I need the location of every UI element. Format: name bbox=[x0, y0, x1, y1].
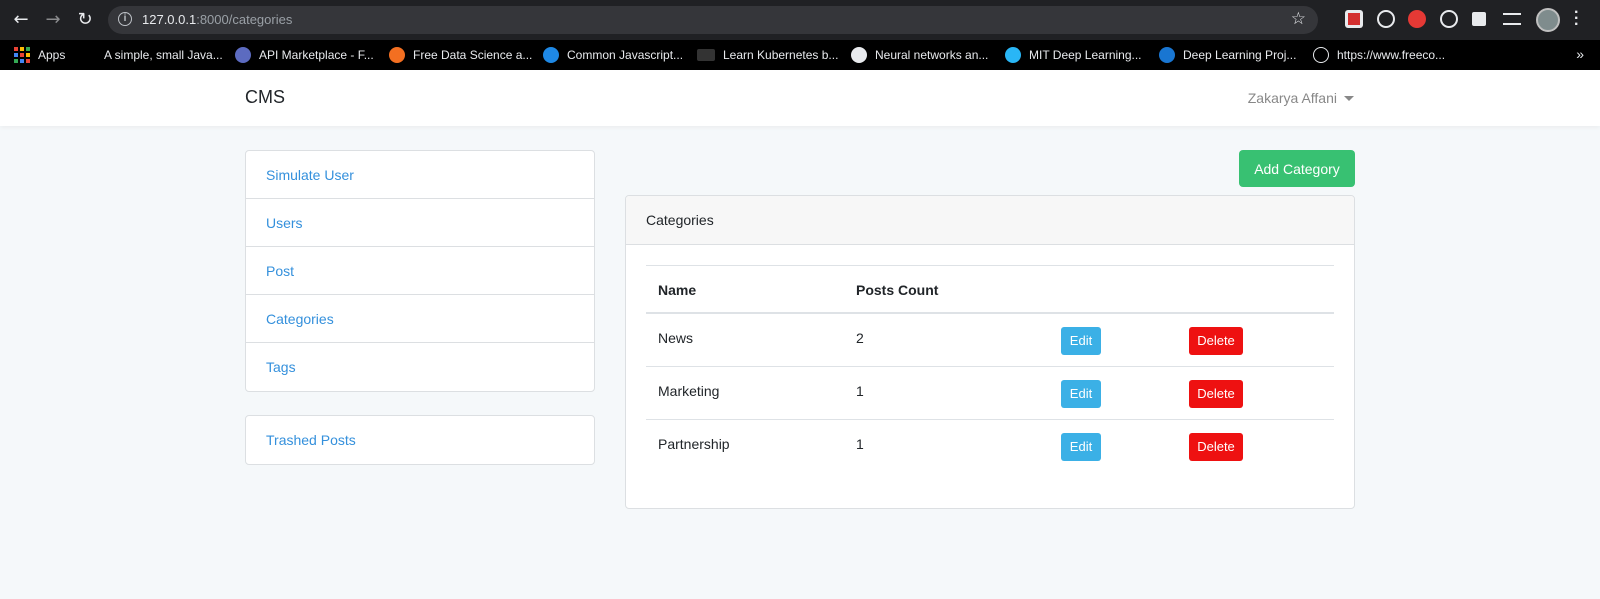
bookmarks-bar: Apps A simple, small Java... API Marketp… bbox=[0, 40, 1600, 70]
edit-button[interactable]: Edit bbox=[1061, 433, 1101, 461]
info-icon[interactable]: i bbox=[118, 12, 132, 26]
app-navbar: CMS Zakarya Affani bbox=[0, 70, 1600, 126]
s-logo-icon bbox=[543, 47, 559, 63]
cloud-icon bbox=[389, 47, 405, 63]
table-row: Marketing 1 Edit Delete bbox=[646, 367, 1334, 420]
target-icon[interactable] bbox=[1440, 10, 1458, 28]
category-name: Partnership bbox=[658, 436, 730, 452]
browser-toolbar: ← → ↻ i 127.0.0.1:8000/categories ☆ · · · bbox=[0, 0, 1600, 40]
freecodecamp-icon bbox=[1313, 47, 1329, 63]
extension-save-icon[interactable] bbox=[1345, 10, 1363, 28]
brand-link[interactable]: CMS bbox=[245, 87, 285, 108]
bookmark-label: A simple, small Java... bbox=[104, 48, 223, 62]
card-title: Categories bbox=[626, 196, 1354, 245]
sidebar-item-post[interactable]: Post bbox=[246, 247, 594, 295]
user-name: Zakarya Affani bbox=[1247, 90, 1337, 106]
sidebar-item-trashed-posts[interactable]: Trashed Posts bbox=[246, 416, 594, 464]
bookmark-item[interactable]: API Marketplace - F... bbox=[235, 40, 374, 70]
url-path: :8000/categories bbox=[196, 12, 293, 27]
bookmark-label: Apps bbox=[38, 48, 66, 62]
bookmark-apps[interactable]: Apps bbox=[14, 40, 65, 70]
bookmark-star-icon[interactable]: ☆ bbox=[1291, 9, 1306, 29]
bookmark-label: API Marketplace - F... bbox=[259, 48, 374, 62]
profile-avatar[interactable] bbox=[1536, 8, 1560, 32]
bookmark-label: Deep Learning Proj... bbox=[1183, 48, 1297, 62]
edge-icon bbox=[1159, 47, 1175, 63]
reload-icon[interactable]: ↻ bbox=[74, 9, 96, 31]
delete-button[interactable]: Delete bbox=[1189, 433, 1243, 461]
bookmark-item[interactable]: Free Data Science a... bbox=[389, 40, 532, 70]
media-queue-icon[interactable] bbox=[1503, 13, 1521, 25]
browser-menu-icon[interactable]: · · · bbox=[1574, 5, 1582, 33]
bookmark-item[interactable]: Deep Learning Proj... bbox=[1159, 40, 1296, 70]
bookmark-item[interactable]: Common Javascript... bbox=[543, 40, 683, 70]
category-name: Marketing bbox=[658, 383, 720, 399]
dev-logo-icon bbox=[697, 49, 715, 61]
posts-count: 1 bbox=[856, 383, 864, 399]
bookmark-item[interactable]: https://www.freeco... bbox=[1313, 40, 1445, 70]
add-category-button[interactable]: Add Category bbox=[1239, 150, 1355, 187]
octopus-icon bbox=[235, 47, 251, 63]
forward-arrow-icon[interactable]: → bbox=[42, 9, 64, 31]
table-row: News 2 Edit Delete bbox=[646, 314, 1334, 367]
bookmarks-more-button[interactable]: » bbox=[1576, 46, 1584, 62]
edit-button[interactable]: Edit bbox=[1061, 380, 1101, 408]
react-devtools-icon[interactable] bbox=[1377, 10, 1395, 28]
bookmark-label: Common Javascript... bbox=[567, 48, 684, 62]
category-name: News bbox=[658, 330, 694, 346]
back-arrow-icon[interactable]: ← bbox=[10, 9, 32, 31]
bookmark-item[interactable]: Neural networks an... bbox=[851, 40, 988, 70]
puzzle-extensions-icon[interactable] bbox=[1472, 12, 1486, 26]
sidebar-item-users[interactable]: Users bbox=[246, 199, 594, 247]
column-header-name: Name bbox=[658, 282, 697, 298]
delete-button[interactable]: Delete bbox=[1189, 380, 1243, 408]
sidebar-item-simulate-user[interactable]: Simulate User bbox=[246, 151, 594, 199]
globe-icon bbox=[851, 47, 867, 63]
bookmark-label: Learn Kubernetes b... bbox=[723, 48, 839, 62]
bookmark-label: Free Data Science a... bbox=[413, 48, 533, 62]
apps-grid-icon bbox=[14, 47, 30, 63]
sidebar-item-tags[interactable]: Tags bbox=[246, 343, 594, 391]
bookmark-item[interactable]: Learn Kubernetes b... bbox=[697, 40, 838, 70]
caret-down-icon bbox=[1344, 95, 1354, 101]
table-row: Partnership 1 Edit Delete bbox=[646, 420, 1334, 473]
table-header: Name Posts Count bbox=[646, 265, 1334, 314]
posts-count: 1 bbox=[856, 436, 864, 452]
hand-block-icon[interactable] bbox=[1408, 10, 1426, 28]
edit-button[interactable]: Edit bbox=[1061, 327, 1101, 355]
user-dropdown[interactable]: Zakarya Affani bbox=[1248, 90, 1354, 106]
bookmark-label: Neural networks an... bbox=[875, 48, 989, 62]
bookmark-item[interactable]: MIT Deep Learning... bbox=[1005, 40, 1142, 70]
url-host: 127.0.0.1 bbox=[142, 12, 197, 27]
url-text: 127.0.0.1:8000/categories bbox=[142, 12, 292, 27]
sidebar-trash: Trashed Posts bbox=[245, 415, 595, 465]
bookmark-label: MIT Deep Learning... bbox=[1029, 48, 1142, 62]
categories-table: Name Posts Count News 2 Edit Delete Mark… bbox=[646, 265, 1334, 473]
posts-count: 2 bbox=[856, 330, 864, 346]
column-header-posts-count: Posts Count bbox=[856, 282, 939, 298]
address-bar[interactable]: i 127.0.0.1:8000/categories ☆ bbox=[108, 6, 1318, 34]
delete-button[interactable]: Delete bbox=[1189, 327, 1243, 355]
bookmark-item[interactable]: A simple, small Java... bbox=[104, 40, 223, 70]
categories-card: Categories Name Posts Count News 2 Edit … bbox=[625, 195, 1355, 509]
network-icon bbox=[1005, 47, 1021, 63]
sidebar-nav: Simulate User Users Post Categories Tags bbox=[245, 150, 595, 392]
sidebar-item-categories[interactable]: Categories bbox=[246, 295, 594, 343]
bookmark-label: https://www.freeco... bbox=[1337, 48, 1446, 62]
